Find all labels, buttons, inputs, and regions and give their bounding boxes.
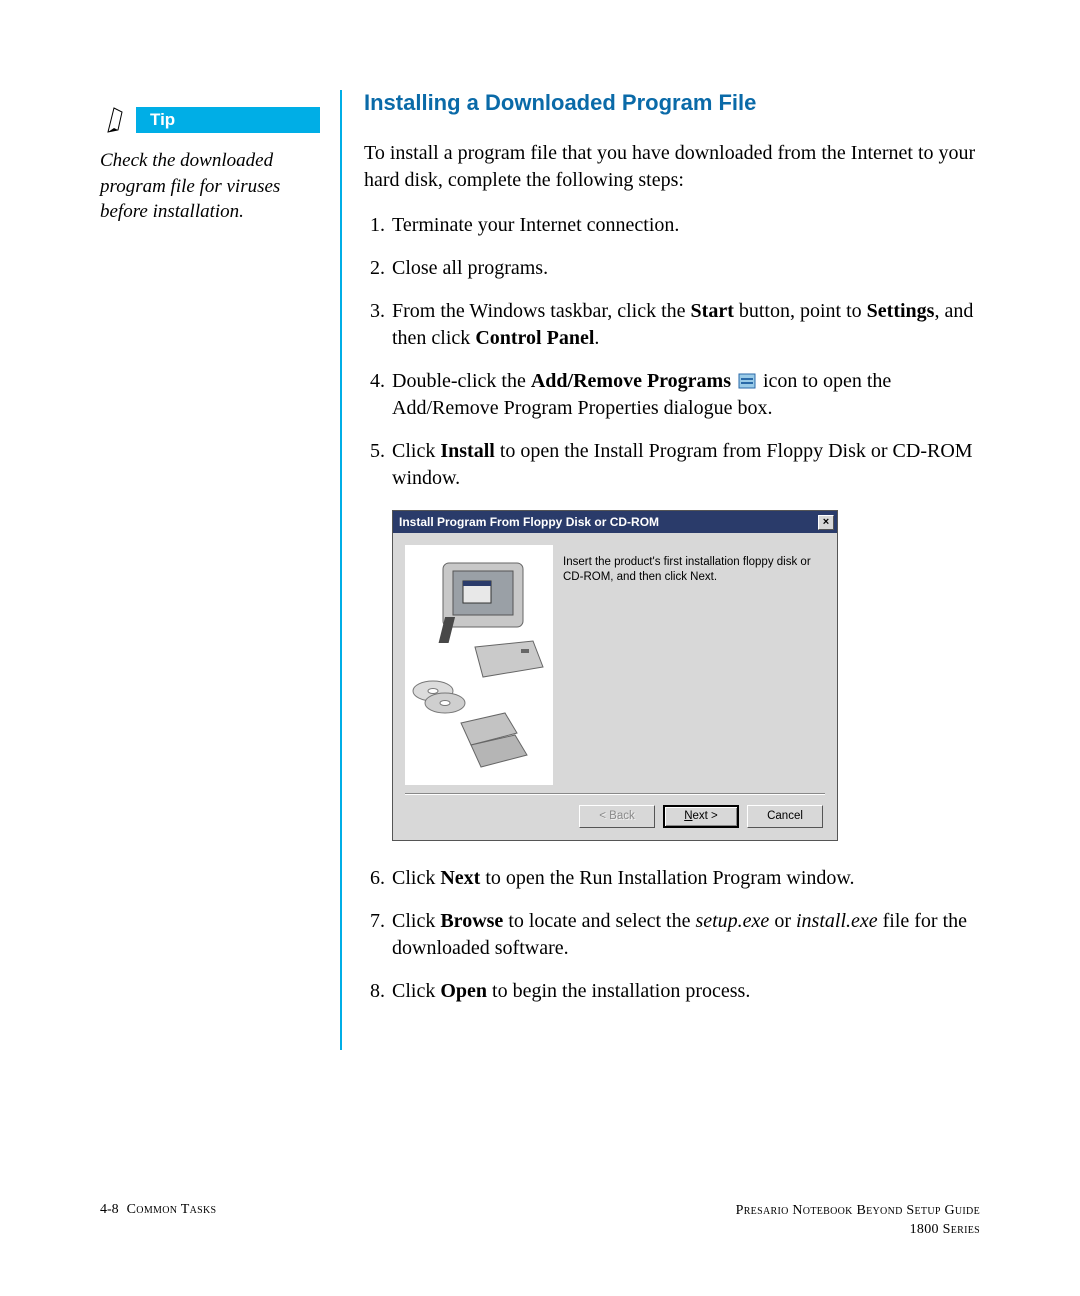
step-5: Click Install to open the Install Progra… xyxy=(390,438,980,841)
close-icon[interactable]: × xyxy=(818,515,834,530)
sidebar: Tip Check the downloaded program file fo… xyxy=(100,90,340,1050)
add-remove-programs-icon xyxy=(738,370,756,386)
next-button[interactable]: Next > xyxy=(663,805,739,828)
guide-title-line1: Presario Notebook Beyond Setup Guide xyxy=(736,1202,980,1221)
step-3: From the Windows taskbar, click the Star… xyxy=(390,298,980,352)
section-title: Installing a Downloaded Program File xyxy=(364,90,980,116)
dialog-wizard-image xyxy=(405,545,553,785)
step-7: Click Browse to locate and select the se… xyxy=(390,908,980,962)
back-button: < Back xyxy=(579,805,655,828)
tip-icon xyxy=(100,104,132,136)
dialog-title-text: Install Program From Floppy Disk or CD-R… xyxy=(399,514,659,530)
step-4: Double-click the Add/Remove Programs ico… xyxy=(390,368,980,422)
step-6: Click Next to open the Run Installation … xyxy=(390,865,980,892)
section-label: Common Tasks xyxy=(127,1202,217,1218)
steps-list: Terminate your Internet connection. Clos… xyxy=(364,212,980,1005)
tip-callout: Tip xyxy=(100,104,320,136)
intro-paragraph: To install a program file that you have … xyxy=(364,140,980,194)
page-number: 4-8 xyxy=(100,1202,119,1218)
step-1: Terminate your Internet connection. xyxy=(390,212,980,239)
main-content: Installing a Downloaded Program File To … xyxy=(342,90,980,1050)
dialog-titlebar: Install Program From Floppy Disk or CD-R… xyxy=(393,511,837,533)
guide-title-line2: 1800 Series xyxy=(736,1221,980,1240)
step-2: Close all programs. xyxy=(390,255,980,282)
page-footer: 4-8 Common Tasks Presario Notebook Beyon… xyxy=(100,1202,980,1240)
dialog-separator xyxy=(405,793,825,795)
dialog-body-text: Insert the product's first installation … xyxy=(563,545,825,785)
cancel-button[interactable]: Cancel xyxy=(747,805,823,828)
tip-text: Check the downloaded program file for vi… xyxy=(100,148,320,225)
tip-label: Tip xyxy=(136,107,320,133)
install-dialog-screenshot: Install Program From Floppy Disk or CD-R… xyxy=(392,510,838,841)
step-8: Click Open to begin the installation pro… xyxy=(390,978,980,1005)
